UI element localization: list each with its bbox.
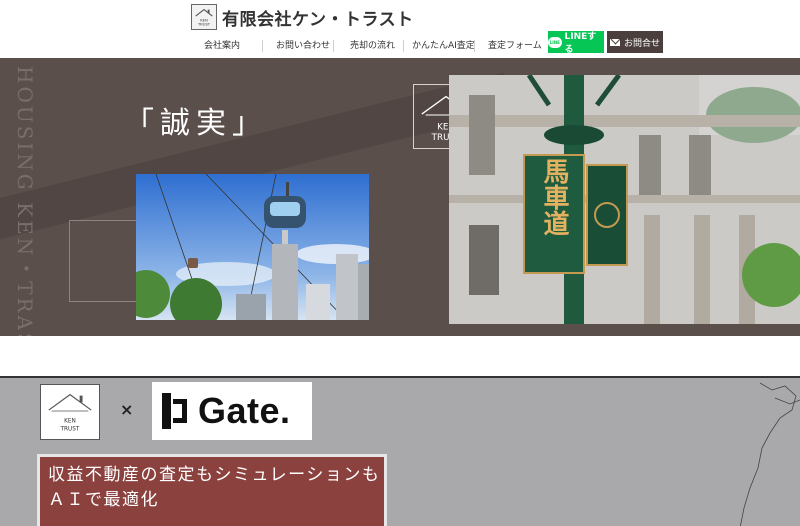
hero-banner: HOUSING KEN・TRAST 「誠実」 KEN TRUST 馬車道 (0, 58, 800, 336)
partner-logo-text-trust: TRUST (60, 426, 80, 432)
nav-divider (262, 40, 263, 52)
collaboration-times-sign: × (120, 400, 134, 419)
ken-trust-partner-logo: KEN TRUST (40, 384, 100, 440)
nav-appraisal-form[interactable]: 査定フォーム (488, 37, 542, 55)
nav-divider (333, 40, 334, 52)
nav-company-info[interactable]: 会社案内 (204, 37, 240, 55)
gate-name: Gate. (198, 390, 291, 431)
line-button-label: LINEする (564, 32, 597, 55)
partner-logo-text-ken: KEN (64, 419, 76, 425)
nav-ai-appraisal[interactable]: かんたんAI査定 (412, 37, 475, 55)
site-header: KEN TRUST 有限会社ケン・トラスト 会社案内 お問い合わせ 売却の流れ … (0, 0, 800, 58)
japan-map-outline (739, 382, 800, 526)
gate-mark-icon (162, 393, 192, 429)
ropeway-photo (136, 174, 369, 320)
line-icon: LINE (548, 36, 562, 48)
hero-vertical-text: HOUSING KEN・TRAST (13, 66, 37, 336)
nav-sale-flow[interactable]: 売却の流れ (350, 37, 395, 55)
promo-box: 収益不動産の査定もシミュレーションも ＡＩで最適化 (37, 454, 387, 526)
partner-panel: KEN TRUST × Gate. 収益不動産の査定もシミュレーションも ＡＩで… (0, 376, 800, 526)
contact-button[interactable]: お問合せ (607, 31, 663, 53)
bashamichi-photo: 馬車道 (449, 75, 800, 324)
promo-line-2: ＡＩで最適化 (48, 490, 159, 510)
nav-inquiry[interactable]: お問い合わせ (276, 37, 330, 55)
company-name[interactable]: 有限会社ケン・トラスト (222, 5, 414, 30)
hero-tagline: 「誠実」 (124, 106, 268, 141)
line-button[interactable]: LINE LINEする (548, 31, 604, 55)
sign-char-1: 馬車道 (539, 158, 569, 236)
nav-divider (474, 40, 475, 52)
partner-section: KEN TRUST × Gate. 収益不動産の査定もシミュレーションも ＡＩで… (0, 336, 800, 526)
contact-button-label: お問合せ (623, 38, 660, 49)
promo-line-1: 収益不動産の査定もシミュレーションも (48, 465, 381, 485)
nav-divider (403, 40, 404, 52)
mail-icon (609, 38, 620, 46)
logo-text-trust: TRUST (197, 22, 211, 26)
gate-logo: Gate. (152, 382, 312, 440)
company-logo[interactable]: KEN TRUST (191, 4, 217, 30)
